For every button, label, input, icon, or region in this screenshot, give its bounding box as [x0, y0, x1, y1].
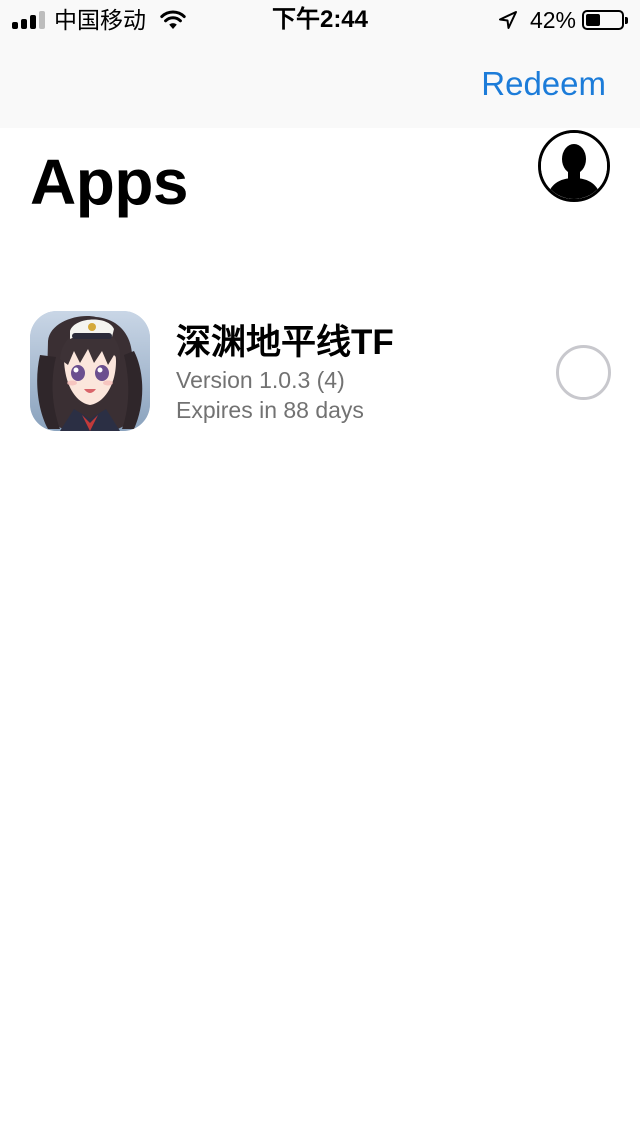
app-icon — [30, 311, 150, 431]
battery-icon — [582, 10, 628, 30]
status-bar-right: 42% — [498, 7, 628, 33]
title-row: Apps — [0, 128, 640, 248]
app-name: 深渊地平线TF — [176, 323, 394, 362]
navigation-bar: Redeem — [0, 40, 640, 128]
page-title: Apps — [30, 146, 189, 218]
account-button[interactable] — [538, 130, 610, 202]
testflight-apps-screen: 中国移动 下午2:44 42% Redeem Apps 深渊地平线TF Vers… — [0, 0, 640, 1136]
redeem-button[interactable]: Redeem — [481, 64, 606, 104]
status-bar: 中国移动 下午2:44 42% — [0, 0, 640, 40]
battery-percent: 42% — [529, 7, 576, 33]
battery-fill — [586, 14, 601, 26]
battery-nub — [625, 17, 628, 24]
location-arrow-icon — [498, 11, 517, 29]
app-artwork-icon — [30, 311, 150, 431]
person-silhouette-icon — [541, 133, 607, 199]
app-version: Version 1.0.3 (4) — [176, 367, 345, 393]
app-select-radio[interactable] — [556, 345, 611, 400]
app-list-item[interactable]: 深渊地平线TF Version 1.0.3 (4) Expires in 88 … — [0, 296, 640, 446]
app-expiry: Expires in 88 days — [176, 397, 364, 423]
